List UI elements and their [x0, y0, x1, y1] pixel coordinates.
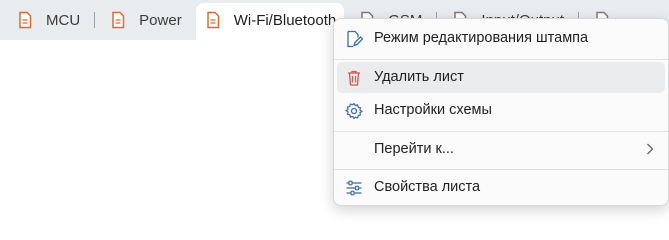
- menu-item-go-to[interactable]: Перейти к...: [337, 134, 665, 165]
- menu-item-sheet-properties[interactable]: Свойства листа: [337, 172, 665, 203]
- chevron-right-icon: [647, 143, 654, 155]
- menu-item-label: Удалить лист: [374, 69, 464, 85]
- schematic-sheet-icon: [206, 11, 219, 29]
- menu-item-stamp-edit-mode[interactable]: Режим редактирования штампа: [337, 23, 665, 54]
- menu-item-schema-settings[interactable]: Настройки схемы: [337, 95, 665, 126]
- tab-power[interactable]: Power: [101, 3, 190, 37]
- schematic-sheet-icon: [19, 11, 32, 29]
- tab-mcu[interactable]: MCU: [8, 3, 88, 37]
- tab-label: Wi-Fi/Bluetooth: [233, 11, 337, 29]
- menu-item-label: Настройки схемы: [374, 102, 492, 118]
- menu-separator: [334, 59, 668, 60]
- gear-icon: [345, 102, 363, 120]
- sliders-icon: [346, 180, 362, 196]
- menu-separator: [334, 131, 668, 132]
- edit-stamp-icon: [347, 30, 363, 48]
- menu-separator: [334, 169, 668, 170]
- tab-label: MCU: [46, 11, 81, 29]
- trash-icon: [348, 70, 360, 86]
- menu-item-delete-sheet[interactable]: Удалить лист: [337, 62, 665, 93]
- menu-item-label: Перейти к...: [374, 141, 454, 157]
- tab-divider: [94, 12, 96, 28]
- tab-label: Power: [139, 11, 182, 29]
- tab-wifi-bluetooth[interactable]: Wi-Fi/Bluetooth: [195, 3, 345, 43]
- menu-item-label: Режим редактирования штампа: [374, 30, 589, 46]
- schematic-sheet-icon: [112, 11, 125, 29]
- sheet-context-menu: Режим редактирования штампа Удалить лист…: [333, 18, 669, 206]
- menu-item-label: Свойства листа: [374, 179, 481, 195]
